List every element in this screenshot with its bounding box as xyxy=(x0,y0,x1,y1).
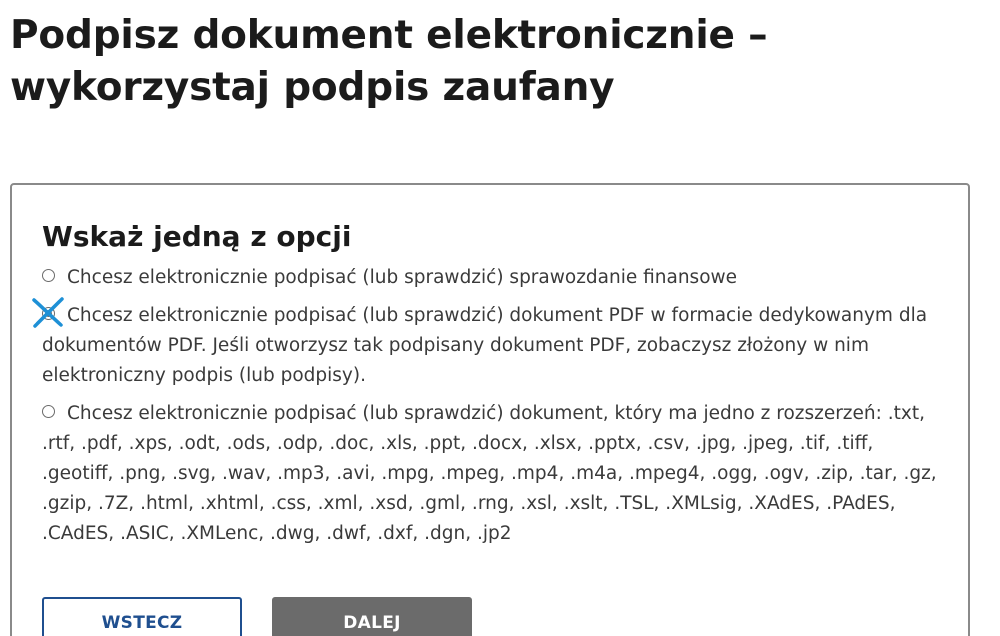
page-title: Podpisz dokument elektronicznie – wykorz… xyxy=(10,13,768,110)
radio-financial-statement[interactable] xyxy=(42,269,55,282)
options-radio-group: Chcesz elektronicznie podpisać (lub spra… xyxy=(32,263,942,549)
next-button[interactable]: DALEJ xyxy=(272,597,472,636)
options-heading: Wskaż jedną z opcji xyxy=(42,220,352,253)
back-button[interactable]: WSTECZ xyxy=(42,597,242,636)
option-file-extensions-label: Chcesz elektronicznie podpisać (lub spra… xyxy=(42,403,937,544)
option-pdf-document-label: Chcesz elektronicznie podpisać (lub spra… xyxy=(42,305,928,386)
option-pdf-document[interactable]: Chcesz elektronicznie podpisać (lub spra… xyxy=(32,297,942,391)
option-financial-statement[interactable]: Chcesz elektronicznie podpisać (lub spra… xyxy=(42,263,942,293)
option-file-extensions[interactable]: Chcesz elektronicznie podpisać (lub spra… xyxy=(42,399,942,549)
radio-pdf-document[interactable] xyxy=(42,307,55,320)
radio-file-extensions[interactable] xyxy=(42,405,55,418)
option-financial-statement-label: Chcesz elektronicznie podpisać (lub spra… xyxy=(67,267,738,288)
options-panel: Wskaż jedną z opcji Chcesz elektroniczni… xyxy=(10,183,970,636)
